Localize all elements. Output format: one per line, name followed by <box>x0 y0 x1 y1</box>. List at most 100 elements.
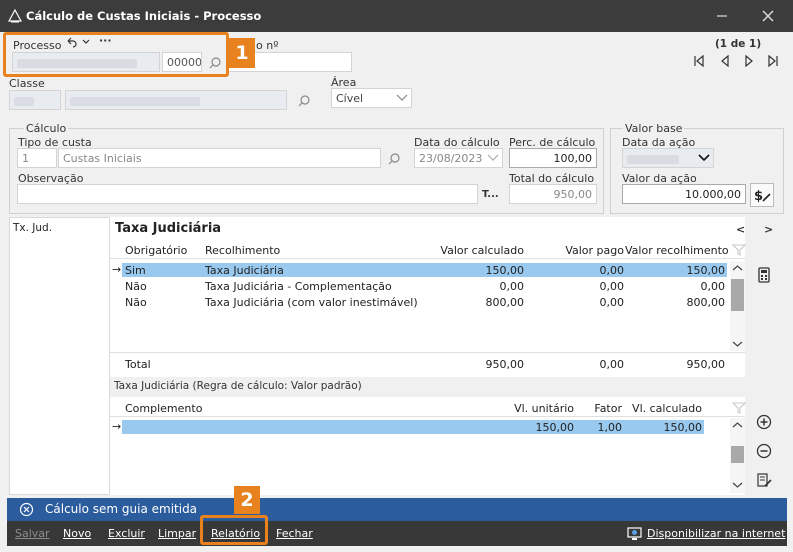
grid1-scroll-thumb[interactable] <box>731 279 744 311</box>
cell-pago: 0,00 <box>599 280 625 293</box>
tipo-custa-search-icon[interactable] <box>387 152 401 166</box>
excluir-button[interactable]: Excluir <box>108 527 145 540</box>
app-icon <box>8 9 22 23</box>
fechar-button[interactable]: Fechar <box>276 527 313 540</box>
close-button[interactable] <box>758 6 778 26</box>
grid2-filter-icon[interactable] <box>731 400 747 416</box>
bottom-toolbar: Salvar Novo Excluir Limpar Relatório Fec… <box>7 521 787 546</box>
callout-number-2: 2 <box>234 486 260 514</box>
total-divider <box>110 352 745 353</box>
callout-box-1 <box>3 32 229 77</box>
col-valor-calculado[interactable]: Valor calculado <box>410 244 524 257</box>
close-icon <box>762 10 774 22</box>
col-recolhimento[interactable]: Recolhimento <box>205 244 280 257</box>
status-close-icon[interactable] <box>19 502 34 517</box>
total-label: Total <box>125 358 151 371</box>
svg-text:$: $ <box>754 189 763 204</box>
cell-obrigatorio: Não <box>125 280 147 293</box>
cell-pago: 0,00 <box>599 264 625 277</box>
minimize-icon <box>717 15 727 17</box>
publish-icon[interactable] <box>627 526 642 541</box>
cell-vl-unitario: 150,00 <box>535 421 575 434</box>
data-calculo-field[interactable]: 23/08/2023 <box>414 148 503 168</box>
col-vl-calculado[interactable]: Vl. calculado <box>625 402 702 415</box>
calculator-icon[interactable] <box>756 267 772 283</box>
grid2-header-divider <box>110 416 745 417</box>
cell-recolhimento: Taxa Judiciária <box>205 264 284 277</box>
cell-calculado: 0,00 <box>499 280 525 293</box>
remove-row-icon[interactable] <box>756 443 772 459</box>
data-acao-field[interactable] <box>622 148 714 168</box>
cell-pago: 0,00 <box>599 296 625 309</box>
disponibilizar-button[interactable]: Disponibilizar na internet <box>647 527 785 540</box>
title-bar: Cálculo de Custas Iniciais - Processo <box>0 0 793 32</box>
salvar-button[interactable]: Salvar <box>15 527 50 540</box>
pagination-indicator: (1 de 1) <box>715 38 762 50</box>
col-complemento[interactable]: Complemento <box>125 402 202 415</box>
last-record-icon[interactable] <box>766 54 780 68</box>
edit-list-icon[interactable] <box>756 472 772 488</box>
cell-recolhimento: Taxa Judiciária - Complementação <box>205 280 392 293</box>
window-title: Cálculo de Custas Iniciais - Processo <box>26 9 262 23</box>
col-fator[interactable]: Fator <box>580 402 622 415</box>
scroll-up-icon[interactable] <box>732 264 743 272</box>
scroll-down-icon[interactable] <box>732 481 743 489</box>
classe-search-icon[interactable] <box>297 94 311 108</box>
add-row-icon[interactable] <box>756 414 772 430</box>
area-dropdown-icon <box>396 94 408 101</box>
first-record-icon[interactable] <box>692 54 706 68</box>
cell-calculado: 150,00 <box>485 264 525 277</box>
grid2-caption: Taxa Judiciária (Regra de cálculo: Valor… <box>114 380 362 392</box>
total-calculo-field: 950,00 <box>509 184 597 204</box>
data-calculo-dropdown-icon <box>487 154 499 161</box>
cell-obrigatorio: Sim <box>125 264 146 277</box>
col-vl-unitario[interactable]: Vl. unitário <box>480 402 574 415</box>
header-divider <box>110 258 745 259</box>
perc-calculo-field[interactable]: 100,00 <box>509 148 597 168</box>
tipo-custa-name-field[interactable]: Custas Iniciais <box>58 148 381 168</box>
area-value: Cível <box>336 92 364 105</box>
prev-record-icon[interactable] <box>718 54 732 68</box>
cell-recolhido: 800,00 <box>686 296 726 309</box>
next-record-icon[interactable] <box>742 54 756 68</box>
grid1-scrollbar[interactable] <box>730 261 745 351</box>
filter-icon[interactable] <box>731 242 747 258</box>
observacao-field[interactable] <box>17 184 478 204</box>
list-item-tx-jud[interactable]: Tx. Jud. <box>13 222 52 234</box>
col-obrigatorio[interactable]: Obrigatório <box>125 244 187 257</box>
cell-obrigatorio: Não <box>125 296 147 309</box>
callout-box-2 <box>200 515 268 545</box>
valor-acao-field[interactable]: 10.000,00 <box>622 184 746 204</box>
data-calculo-value: 23/08/2023 <box>419 152 483 165</box>
valor-acao-edit-button[interactable]: $ <box>750 183 774 207</box>
grid-next-button[interactable]: > <box>764 223 773 236</box>
row-indicator: → <box>112 263 122 276</box>
limpar-button[interactable]: Limpar <box>158 527 196 540</box>
area-select[interactable]: Cível <box>331 88 412 108</box>
classe-label: Classe <box>9 77 45 90</box>
cell-recolhido: 0,00 <box>700 280 726 293</box>
scroll-down-icon[interactable] <box>732 340 743 348</box>
money-edit-icon: $ <box>754 189 771 204</box>
cell-recolhimento: Taxa Judiciária (com valor inestimável) <box>205 296 418 309</box>
grid2-row-indicator: → <box>112 420 122 433</box>
cell-fator: 1,00 <box>597 421 623 434</box>
data-acao-dropdown-icon <box>698 154 710 162</box>
classe-name-field[interactable] <box>65 90 287 110</box>
grid2-scrollbar[interactable] <box>730 418 745 493</box>
cell-calculado: 800,00 <box>485 296 525 309</box>
col-valor-pago[interactable]: Valor pago <box>530 244 624 257</box>
novo-button[interactable]: Novo <box>63 527 91 540</box>
scroll-up-icon[interactable] <box>732 421 743 429</box>
observacao-text-button[interactable]: T... <box>482 189 499 200</box>
grid-title: Taxa Judiciária <box>115 221 222 236</box>
total-calculado: 950,00 <box>485 358 525 371</box>
grid2-scroll-thumb[interactable] <box>731 446 744 463</box>
cell-vl-calculado: 150,00 <box>663 421 703 434</box>
tipo-custa-code-field[interactable]: 1 <box>17 148 57 168</box>
classe-code-field[interactable] <box>9 90 61 110</box>
minimize-button[interactable] <box>712 6 732 26</box>
grid-prev-button[interactable]: < <box>736 223 745 236</box>
total-pago: 0,00 <box>599 358 625 371</box>
col-valor-recolhimento[interactable]: Valor recolhimento <box>625 244 729 257</box>
